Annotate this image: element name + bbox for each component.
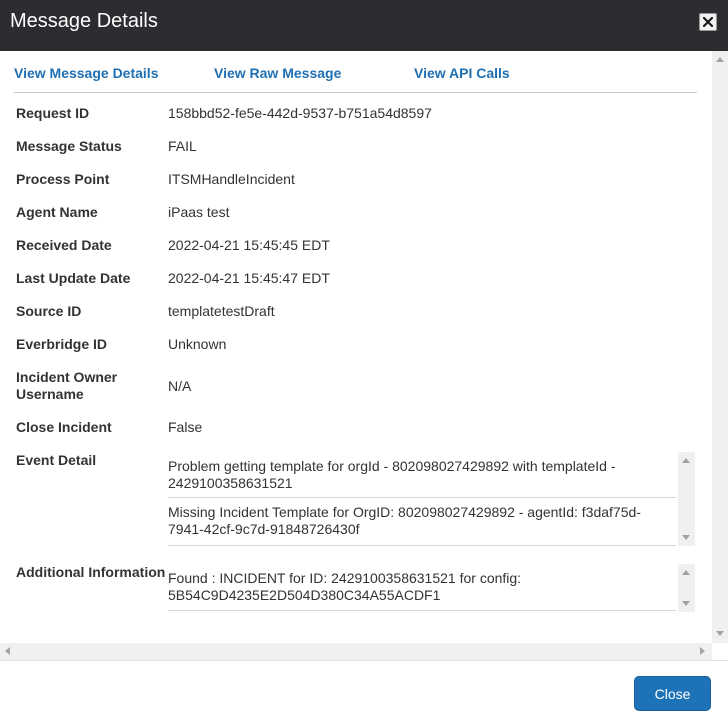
last-update-date-value: 2022-04-21 15:45:47 EDT	[168, 270, 330, 286]
everbridge-id-label: Everbridge ID	[16, 336, 108, 352]
close-icon	[703, 17, 713, 27]
event-detail-entry: Missing Incident Template for OrgID: 802…	[168, 504, 676, 546]
event-detail-entry-line: 7941-42cf-9c7d-91848726430f	[168, 521, 360, 537]
additional-information-entry-line: 5B54C9D4235E2D504D380C34A55ACDF1	[168, 587, 441, 603]
incident-owner-label-line2: Username	[16, 386, 84, 402]
scroll-right-arrow-icon[interactable]	[700, 647, 705, 655]
tab-view-raw-message[interactable]: View Raw Message	[214, 65, 341, 81]
additional-information-label: Additional Information	[16, 564, 166, 580]
additional-information-entry: Found : INCIDENT for ID: 242910035863152…	[168, 570, 676, 611]
message-status-label: Message Status	[16, 138, 122, 154]
source-id-label: Source ID	[16, 303, 82, 319]
event-detail-entry-line: Problem getting template for orgId - 802…	[168, 458, 616, 474]
content-vertical-scrollbar[interactable]	[712, 51, 728, 643]
dialog-titlebar: Message Details	[0, 0, 728, 51]
tab-bar: View Message Details View Raw Message Vi…	[14, 51, 697, 93]
close-incident-label: Close Incident	[16, 419, 112, 435]
message-status-value: FAIL	[168, 138, 197, 154]
agent-name-label: Agent Name	[16, 204, 98, 220]
request-id-label: Request ID	[16, 105, 90, 121]
close-button[interactable]: Close	[634, 676, 711, 711]
everbridge-id-value: Unknown	[168, 336, 227, 352]
tab-view-api-calls[interactable]: View API Calls	[414, 65, 510, 81]
agent-name-value: iPaas test	[168, 204, 230, 220]
event-detail-scrollbar[interactable]	[678, 452, 695, 546]
content-horizontal-scrollbar[interactable]	[0, 643, 712, 660]
dialog-content: View Message Details View Raw Message Vi…	[0, 51, 712, 643]
scroll-down-arrow-icon[interactable]	[716, 631, 724, 636]
dialog-title: Message Details	[10, 10, 158, 32]
scroll-up-arrow-icon[interactable]	[682, 570, 690, 575]
close-incident-value: False	[168, 419, 203, 435]
scroll-up-arrow-icon[interactable]	[682, 458, 690, 463]
received-date-label: Received Date	[16, 237, 112, 253]
event-detail-entry-line: 2429100358631521	[168, 475, 293, 491]
scroll-left-arrow-icon[interactable]	[5, 647, 10, 655]
process-point-value: ITSMHandleIncident	[168, 171, 295, 187]
request-id-value: 158bbd52-fe5e-442d-9537-b751a54d8597	[168, 105, 432, 121]
tab-view-message-details[interactable]: View Message Details	[14, 65, 158, 81]
additional-information-scrollbar[interactable]	[678, 564, 695, 612]
close-dialog-button[interactable]	[699, 13, 717, 31]
event-detail-list[interactable]: Problem getting template for orgId - 802…	[168, 452, 695, 546]
event-detail-entry: Problem getting template for orgId - 802…	[168, 458, 676, 498]
event-detail-label: Event Detail	[16, 452, 97, 468]
incident-owner-username-label: Incident Owner Username	[16, 369, 117, 403]
process-point-label: Process Point	[16, 171, 110, 187]
scroll-down-arrow-icon[interactable]	[682, 601, 690, 606]
incident-owner-username-value: N/A	[168, 378, 192, 394]
incident-owner-label-line1: Incident Owner	[16, 369, 118, 385]
scroll-up-arrow-icon[interactable]	[716, 57, 724, 62]
event-detail-entry-line: Missing Incident Template for OrgID: 802…	[168, 504, 641, 520]
source-id-value: templatetestDraft	[168, 303, 275, 319]
additional-information-list[interactable]: Found : INCIDENT for ID: 242910035863152…	[168, 564, 695, 612]
additional-information-entry-line: Found : INCIDENT for ID: 242910035863152…	[168, 570, 522, 586]
received-date-value: 2022-04-21 15:45:45 EDT	[168, 237, 330, 253]
dialog-footer: Close	[0, 660, 728, 723]
last-update-date-label: Last Update Date	[16, 270, 131, 286]
scroll-down-arrow-icon[interactable]	[682, 535, 690, 540]
